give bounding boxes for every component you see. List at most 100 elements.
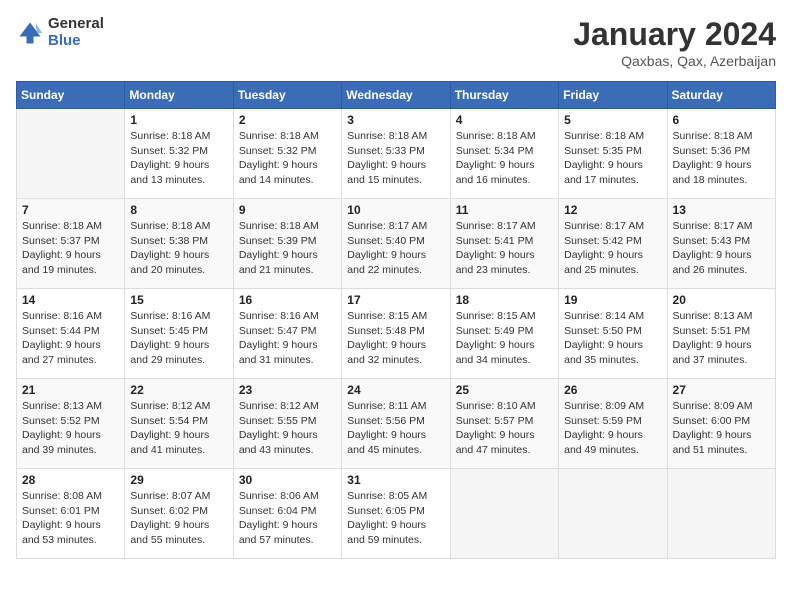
calendar-cell: 15 Sunrise: 8:16 AMSunset: 5:45 PMDayligh… [125,289,233,379]
weekday-header: Thursday [450,82,558,109]
calendar-cell: 23Sunrise: 8:12 AMSunset: 5:55 PMDayligh… [233,379,341,469]
day-number: 15 [130,293,227,307]
calendar-week-row: 1Sunrise: 8:18 AMSunset: 5:32 PMDaylight… [17,109,776,199]
day-number: 5 [564,113,661,127]
day-info: Sunrise: 8:15 AMSunset: 5:49 PMDaylight:… [456,309,553,368]
day-info: Sunrise: 8:16 AMSunset: 5:47 PMDaylight:… [239,309,336,368]
calendar-cell: 29 Sunrise: 8:07 AMSunset: 6:02 PMDayligh… [125,469,233,559]
day-info: Sunrise: 8:16 AMSunset: 5:45 PMDaylight:… [130,309,227,368]
calendar-cell: 3Sunrise: 8:18 AMSunset: 5:33 PMDaylight… [342,109,450,199]
day-info: Sunrise: 8:11 AMSunset: 5:56 PMDaylight:… [347,399,444,458]
weekday-header: Saturday [667,82,775,109]
calendar-cell: 22 Sunrise: 8:12 AMSunset: 5:54 PMDayligh… [125,379,233,469]
day-number: 6 [673,113,770,127]
day-number: 30 [239,473,336,487]
calendar-cell: 31 Sunrise: 8:05 AMSunset: 6:05 PMDayligh… [342,469,450,559]
calendar-cell: 28 Sunrise: 8:08 AMSunset: 6:01 PMDayligh… [17,469,125,559]
day-number: 16 [239,293,336,307]
calendar-week-row: 7 Sunrise: 8:18 AMSunset: 5:37 PMDaylight… [17,199,776,289]
calendar-cell: 17 Sunrise: 8:15 AMSunset: 5:48 PMDayligh… [342,289,450,379]
day-number: 27 [673,383,770,397]
day-number: 4 [456,113,553,127]
day-number: 24 [347,383,444,397]
day-info: Sunrise: 8:09 AMSunset: 6:00 PMDaylight:… [673,399,770,458]
weekday-header: Sunday [17,82,125,109]
day-info: Sunrise: 8:15 AMSunset: 5:48 PMDaylight:… [347,309,444,368]
logo-icon [16,19,44,47]
calendar-cell: 9 Sunrise: 8:18 AMSunset: 5:39 PMDaylight… [233,199,341,289]
day-info: Sunrise: 8:16 AMSunset: 5:44 PMDaylight:… [22,309,119,368]
calendar-cell: 8Sunrise: 8:18 AMSunset: 5:38 PMDaylight… [125,199,233,289]
calendar-subtitle: Qaxbas, Qax, Azerbaijan [573,53,776,69]
calendar-cell: 26 Sunrise: 8:09 AMSunset: 5:59 PMDayligh… [559,379,667,469]
day-info: Sunrise: 8:12 AMSunset: 5:55 PMDaylight:… [239,399,336,458]
calendar-cell: 12 Sunrise: 8:17 AMSunset: 5:42 PMDayligh… [559,199,667,289]
calendar-cell: 19 Sunrise: 8:14 AMSunset: 5:50 PMDayligh… [559,289,667,379]
day-number: 3 [347,113,444,127]
calendar-cell: 4 Sunrise: 8:18 AMSunset: 5:34 PMDaylight… [450,109,558,199]
calendar-cell: 7 Sunrise: 8:18 AMSunset: 5:37 PMDaylight… [17,199,125,289]
day-info: Sunrise: 8:18 AMSunset: 5:35 PMDaylight:… [564,129,661,188]
day-info: Sunrise: 8:18 AMSunset: 5:38 PMDaylight:… [130,219,227,278]
calendar-cell: 24 Sunrise: 8:11 AMSunset: 5:56 PMDayligh… [342,379,450,469]
day-info: Sunrise: 8:12 AMSunset: 5:54 PMDaylight:… [130,399,227,458]
day-info: Sunrise: 8:13 AMSunset: 5:52 PMDaylight:… [22,399,119,458]
calendar-cell [17,109,125,199]
day-info: Sunrise: 8:18 AMSunset: 5:39 PMDaylight:… [239,219,336,278]
day-info: Sunrise: 8:13 AMSunset: 5:51 PMDaylight:… [673,309,770,368]
calendar-week-row: 21 Sunrise: 8:13 AMSunset: 5:52 PMDayligh… [17,379,776,469]
calendar-cell: 14 Sunrise: 8:16 AMSunset: 5:44 PMDayligh… [17,289,125,379]
day-number: 20 [673,293,770,307]
calendar-cell: 11Sunrise: 8:17 AMSunset: 5:41 PMDayligh… [450,199,558,289]
day-info: Sunrise: 8:08 AMSunset: 6:01 PMDaylight:… [22,489,119,548]
page-header: General Blue January 2024 Qaxbas, Qax, A… [16,16,776,69]
day-info: Sunrise: 8:14 AMSunset: 5:50 PMDaylight:… [564,309,661,368]
day-info: Sunrise: 8:09 AMSunset: 5:59 PMDaylight:… [564,399,661,458]
day-number: 17 [347,293,444,307]
calendar-cell: 13 Sunrise: 8:17 AMSunset: 5:43 PMDayligh… [667,199,775,289]
title-block: January 2024 Qaxbas, Qax, Azerbaijan [573,16,776,69]
calendar-cell: 2Sunrise: 8:18 AMSunset: 5:32 PMDaylight… [233,109,341,199]
day-number: 31 [347,473,444,487]
weekday-header: Monday [125,82,233,109]
logo-blue-text: Blue [48,33,104,50]
calendar-cell: 1Sunrise: 8:18 AMSunset: 5:32 PMDaylight… [125,109,233,199]
day-info: Sunrise: 8:17 AMSunset: 5:42 PMDaylight:… [564,219,661,278]
calendar-cell: 30Sunrise: 8:06 AMSunset: 6:04 PMDayligh… [233,469,341,559]
day-info: Sunrise: 8:17 AMSunset: 5:40 PMDaylight:… [347,219,444,278]
calendar-cell: 21 Sunrise: 8:13 AMSunset: 5:52 PMDayligh… [17,379,125,469]
day-number: 18 [456,293,553,307]
day-number: 29 [130,473,227,487]
day-number: 19 [564,293,661,307]
weekday-header-row: SundayMondayTuesdayWednesdayThursdayFrid… [17,82,776,109]
day-info: Sunrise: 8:18 AMSunset: 5:32 PMDaylight:… [130,129,227,188]
day-number: 7 [22,203,119,217]
day-info: Sunrise: 8:05 AMSunset: 6:05 PMDaylight:… [347,489,444,548]
day-number: 26 [564,383,661,397]
day-info: Sunrise: 8:17 AMSunset: 5:43 PMDaylight:… [673,219,770,278]
weekday-header: Friday [559,82,667,109]
day-number: 10 [347,203,444,217]
calendar-cell: 10 Sunrise: 8:17 AMSunset: 5:40 PMDayligh… [342,199,450,289]
day-number: 21 [22,383,119,397]
calendar-cell: 16 Sunrise: 8:16 AMSunset: 5:47 PMDayligh… [233,289,341,379]
day-info: Sunrise: 8:18 AMSunset: 5:32 PMDaylight:… [239,129,336,188]
calendar-cell [667,469,775,559]
day-number: 28 [22,473,119,487]
logo: General Blue [16,16,104,49]
day-info: Sunrise: 8:18 AMSunset: 5:34 PMDaylight:… [456,129,553,188]
calendar-cell: 20 Sunrise: 8:13 AMSunset: 5:51 PMDayligh… [667,289,775,379]
day-info: Sunrise: 8:18 AMSunset: 5:37 PMDaylight:… [22,219,119,278]
calendar-cell: 27 Sunrise: 8:09 AMSunset: 6:00 PMDayligh… [667,379,775,469]
day-info: Sunrise: 8:07 AMSunset: 6:02 PMDaylight:… [130,489,227,548]
day-number: 13 [673,203,770,217]
day-info: Sunrise: 8:10 AMSunset: 5:57 PMDaylight:… [456,399,553,458]
day-info: Sunrise: 8:17 AMSunset: 5:41 PMDaylight:… [456,219,553,278]
day-number: 14 [22,293,119,307]
day-number: 22 [130,383,227,397]
calendar-table: SundayMondayTuesdayWednesdayThursdayFrid… [16,81,776,559]
calendar-cell: 5 Sunrise: 8:18 AMSunset: 5:35 PMDaylight… [559,109,667,199]
day-number: 9 [239,203,336,217]
calendar-cell: 6Sunrise: 8:18 AMSunset: 5:36 PMDaylight… [667,109,775,199]
day-number: 12 [564,203,661,217]
